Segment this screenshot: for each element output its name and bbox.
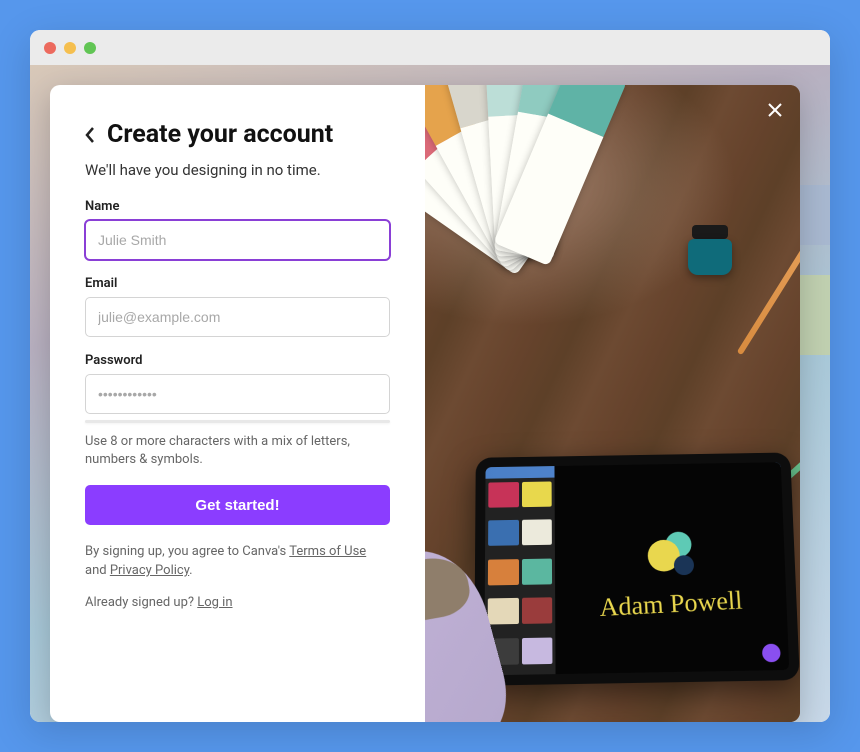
thumbnail	[488, 482, 518, 508]
tablet-fab-button	[762, 644, 781, 663]
thumbnail	[521, 481, 551, 507]
privacy-link[interactable]: Privacy Policy	[110, 563, 189, 578]
login-prompt: Already signed up? Log in	[85, 595, 390, 610]
window-titlebar	[30, 30, 830, 65]
close-icon	[766, 101, 784, 119]
name-label: Name	[85, 199, 390, 214]
page-background: Create your account We'll have you desig…	[30, 65, 830, 722]
modal-subtitle: We'll have you designing in no time.	[85, 161, 390, 179]
close-modal-button[interactable]	[762, 97, 788, 123]
password-strength-bar	[85, 420, 390, 423]
thumbnail	[521, 558, 552, 584]
login-prompt-text: Already signed up?	[85, 595, 197, 610]
tablet-canvas: Adam Powell	[554, 462, 789, 674]
login-link[interactable]: Log in	[197, 595, 232, 610]
signature-text: Adam Powell	[599, 586, 744, 623]
thumbnail	[488, 598, 519, 625]
legal-pre: By signing up, you agree to Canva's	[85, 544, 289, 559]
modal-title: Create your account	[107, 120, 333, 149]
password-label: Password	[85, 353, 390, 368]
tablet-device: Adam Powell	[474, 452, 800, 685]
browser-window: Create your account We'll have you desig…	[30, 30, 830, 722]
signup-modal: Create your account We'll have you desig…	[50, 85, 800, 722]
ink-jar	[685, 225, 735, 275]
signup-form-panel: Create your account We'll have you desig…	[50, 85, 425, 722]
email-input[interactable]	[85, 297, 390, 337]
thumbnail	[521, 597, 552, 624]
password-input[interactable]	[85, 374, 390, 414]
chevron-left-icon	[85, 126, 95, 144]
password-hint: Use 8 or more characters with a mix of l…	[85, 433, 390, 469]
name-input[interactable]	[85, 220, 390, 260]
window-maximize-dot[interactable]	[84, 42, 96, 54]
tablet-screen: Adam Powell	[484, 462, 789, 675]
legal-post: .	[189, 563, 192, 578]
get-started-button[interactable]: Get started!	[85, 485, 390, 525]
window-minimize-dot[interactable]	[64, 42, 76, 54]
window-close-dot[interactable]	[44, 42, 56, 54]
email-label: Email	[85, 276, 390, 291]
hero-image: Adam Powell	[425, 85, 800, 722]
legal-text: By signing up, you agree to Canva's Term…	[85, 543, 390, 581]
thumbnail	[488, 520, 518, 546]
back-button[interactable]	[85, 123, 101, 147]
terms-link[interactable]: Terms of Use	[289, 544, 366, 559]
logo-graphic	[641, 526, 698, 582]
legal-and: and	[85, 563, 110, 578]
thumbnail	[488, 559, 519, 585]
thumbnail	[521, 520, 551, 546]
thumbnail	[521, 637, 552, 664]
